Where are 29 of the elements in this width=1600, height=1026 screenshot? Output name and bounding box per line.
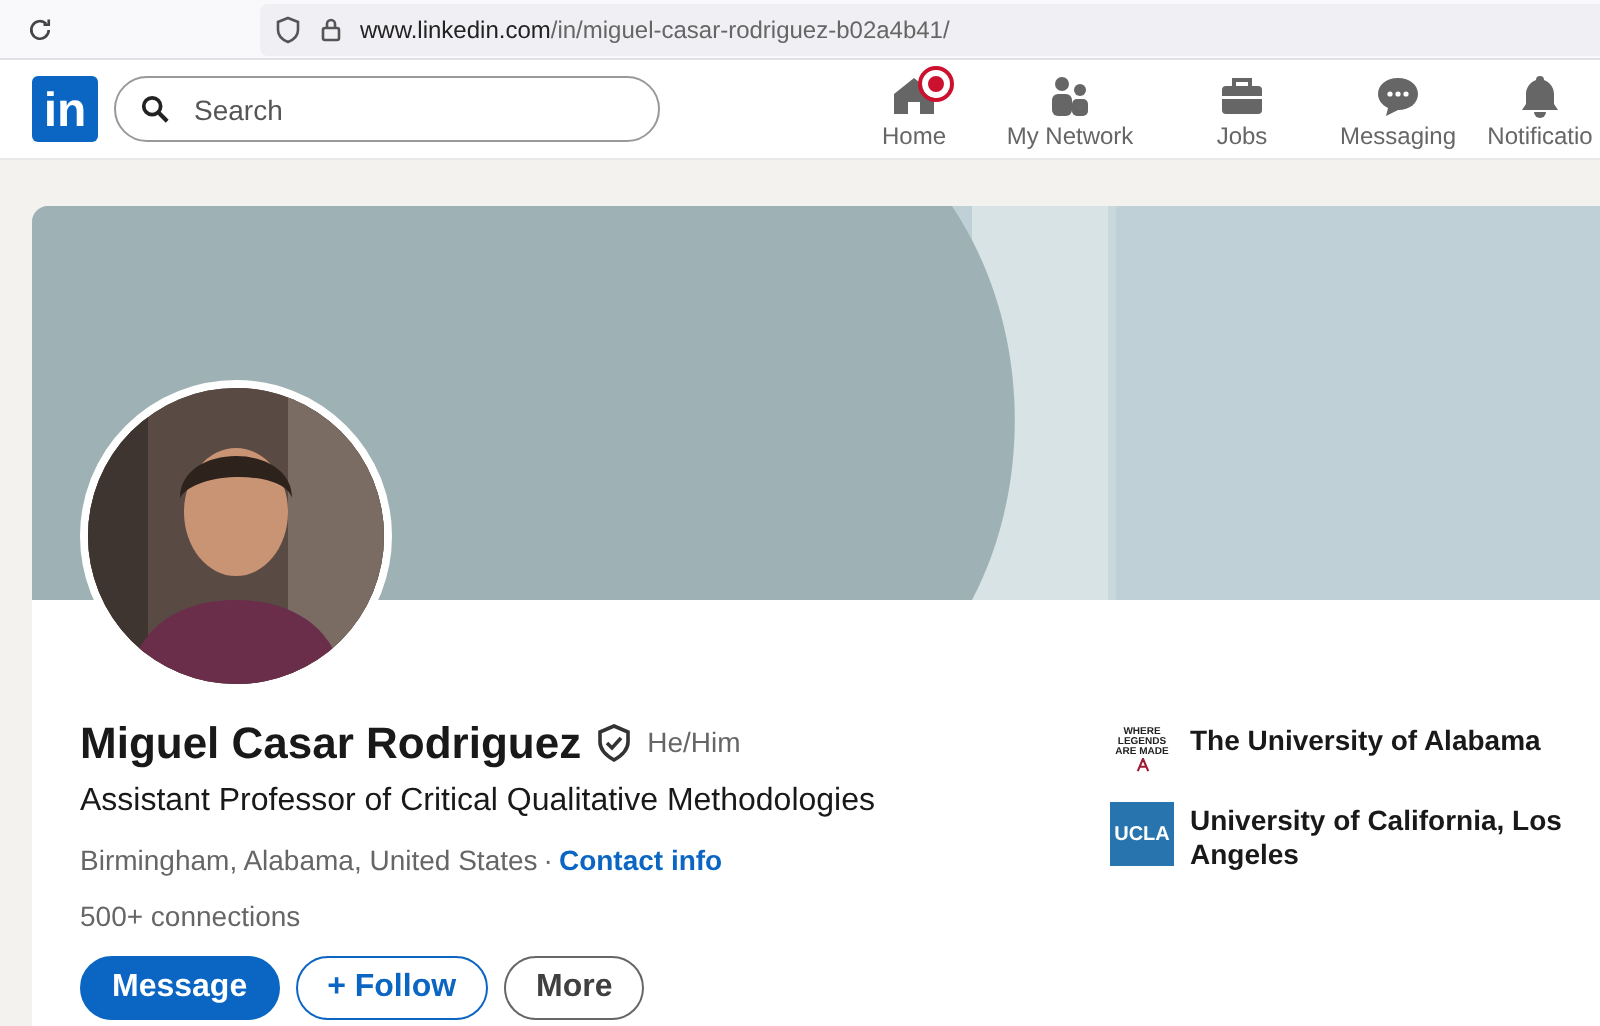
- pronouns: He/Him: [647, 724, 741, 762]
- nav-item[interactable]: Jobs: [1168, 60, 1316, 158]
- university-name[interactable]: The University of Alabama: [1190, 722, 1600, 758]
- follow-button[interactable]: + Follow: [295, 956, 489, 1020]
- nav-item[interactable]: Messaging: [1316, 60, 1480, 158]
- bell-icon: [1516, 71, 1564, 119]
- url-text: www.linkedin.com/in/miguel-casar-rodriguez-b02a4b41/: [360, 13, 950, 47]
- people-icon: [1046, 71, 1094, 119]
- shield-icon[interactable]: [276, 15, 300, 43]
- emblem-icon: [1135, 758, 1149, 772]
- nav-item[interactable]: Notificatio: [1480, 60, 1600, 158]
- nav-item[interactable]: My Network: [988, 60, 1152, 158]
- message-button[interactable]: Message: [80, 956, 280, 1020]
- university-logo: UCLA: [1110, 802, 1174, 866]
- lock-icon: [320, 16, 342, 42]
- nav-item[interactable]: Home: [840, 60, 988, 158]
- address-bar[interactable]: www.linkedin.com/in/miguel-casar-rodriguez-b02a4b41/: [260, 3, 1600, 55]
- search-field[interactable]: Search: [114, 76, 660, 142]
- reload-icon[interactable]: [26, 15, 54, 43]
- linkedin-logo[interactable]: in: [32, 76, 98, 142]
- headline: Assistant Professor of Critical Qualitative Methodologies: [80, 782, 878, 822]
- connections-count: 500+ connections: [80, 898, 303, 936]
- more-button[interactable]: More: [504, 956, 645, 1020]
- profile-name: Miguel Casar Rodriguez: [80, 716, 582, 772]
- separator: ·: [543, 842, 553, 880]
- search-icon: [140, 94, 170, 124]
- contact-info-link[interactable]: Contact info: [558, 840, 723, 882]
- university-name[interactable]: University of California, Los Angeles: [1190, 802, 1600, 872]
- location: Birmingham, Alabama, United States: [80, 842, 538, 880]
